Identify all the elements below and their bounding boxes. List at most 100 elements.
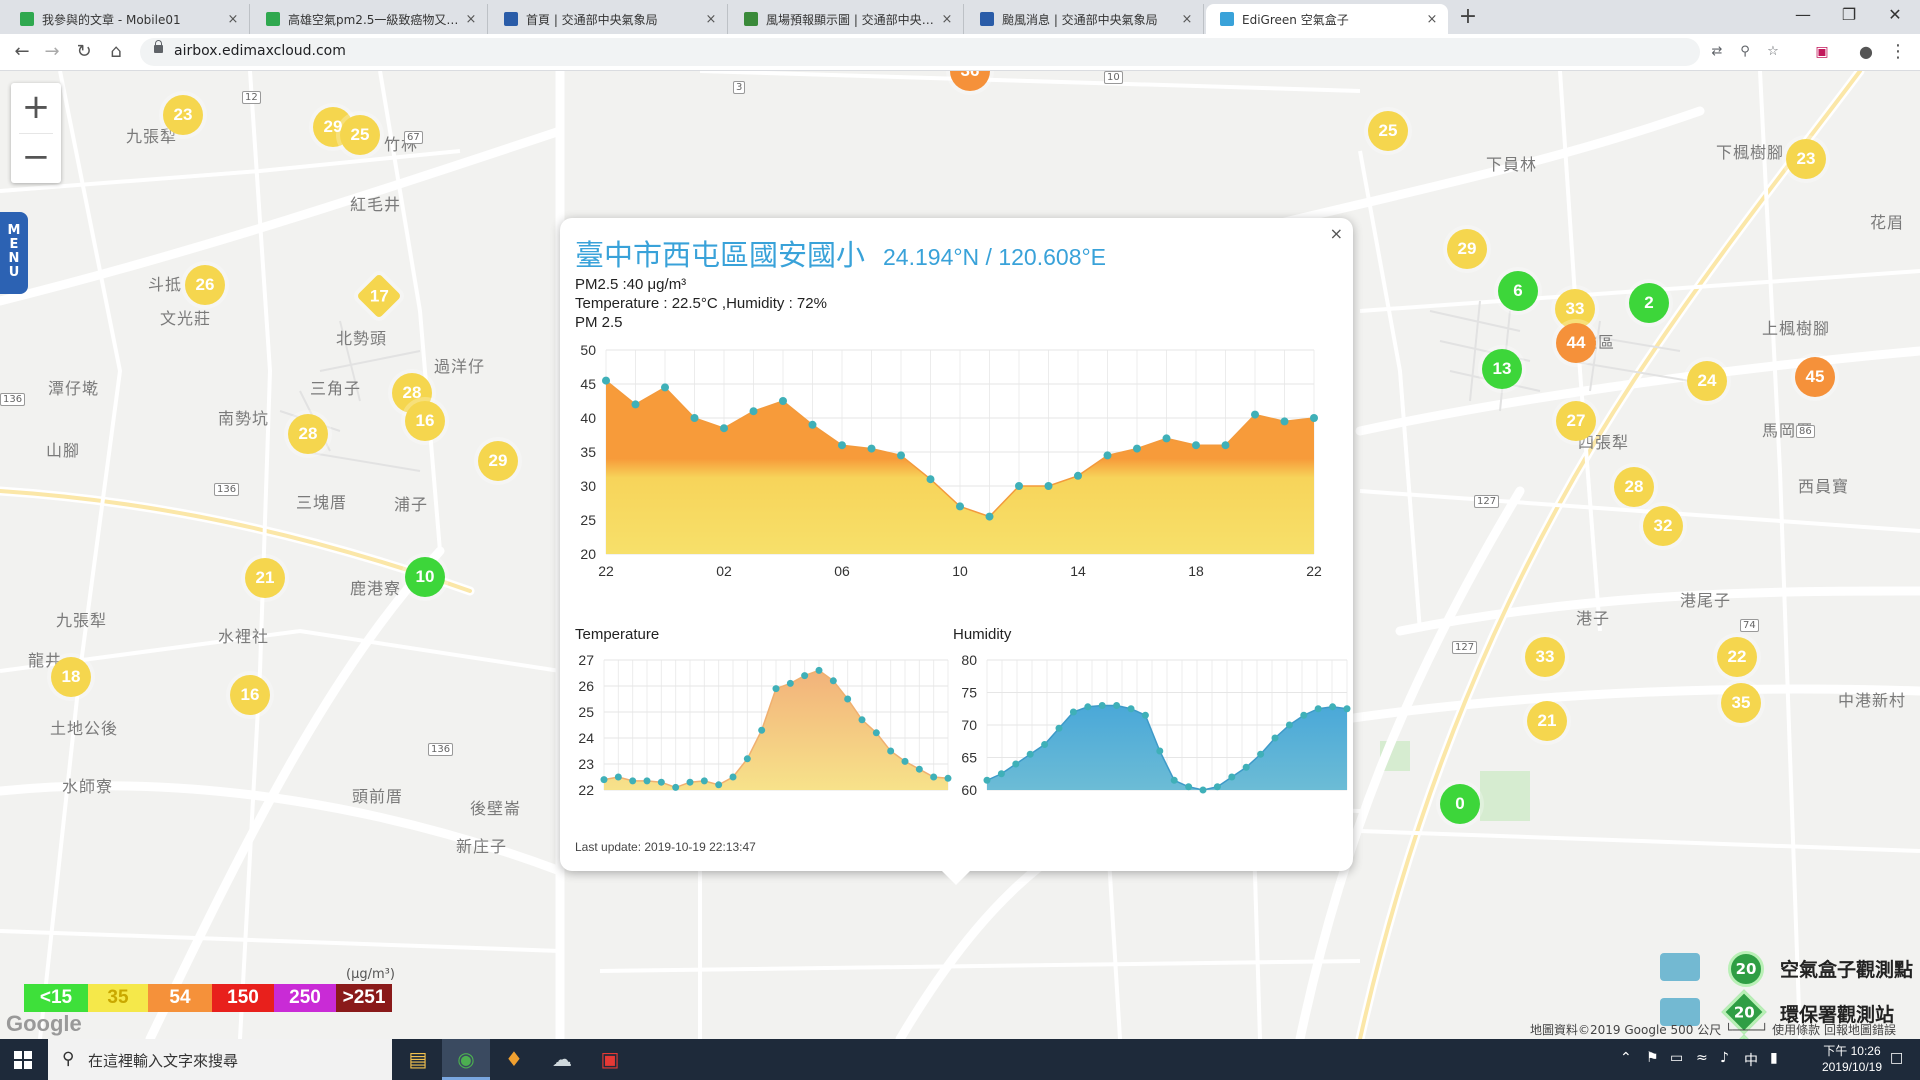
- pm25-station-marker[interactable]: 23: [163, 95, 203, 135]
- data-point[interactable]: [815, 666, 823, 674]
- notification-app-icon[interactable]: ▮: [1770, 1050, 1778, 1066]
- data-point[interactable]: [872, 729, 880, 737]
- battery-icon[interactable]: ▭: [1670, 1050, 1683, 1066]
- tab-close-icon[interactable]: ×: [1179, 12, 1195, 27]
- pm25-station-marker[interactable]: 35: [1721, 683, 1761, 723]
- tray-security-icon[interactable]: ⚑: [1646, 1050, 1659, 1066]
- data-point[interactable]: [743, 755, 751, 763]
- back-button[interactable]: ←: [8, 38, 36, 66]
- pm25-station-marker[interactable]: 33: [1525, 637, 1565, 677]
- start-button[interactable]: [14, 1051, 32, 1069]
- app-icon-4[interactable]: ☁: [538, 1039, 586, 1080]
- pm25-station-marker[interactable]: 21: [245, 558, 285, 598]
- data-point[interactable]: [901, 757, 909, 765]
- new-tab-button[interactable]: +: [1454, 4, 1482, 32]
- data-point[interactable]: [786, 679, 794, 687]
- pm25-station-marker[interactable]: 29: [478, 441, 518, 481]
- data-point[interactable]: [1041, 741, 1049, 748]
- pm25-station-marker[interactable]: 32: [1643, 506, 1683, 546]
- browser-tab[interactable]: 我參與的文章 - Mobile01 ×: [6, 4, 250, 34]
- close-window-button[interactable]: ✕: [1872, 0, 1918, 32]
- pm25-station-marker[interactable]: 6: [1498, 271, 1538, 311]
- data-point[interactable]: [700, 777, 708, 785]
- tab-close-icon[interactable]: ×: [1424, 12, 1440, 27]
- browser-tab[interactable]: EdiGreen 空氣盒子 ×: [1206, 4, 1448, 34]
- data-point[interactable]: [801, 672, 809, 680]
- minimize-button[interactable]: —: [1780, 0, 1826, 32]
- restore-button[interactable]: ❐: [1826, 0, 1872, 32]
- address-bar[interactable]: airbox.edimaxcloud.com ⇄ ⚲ ☆: [140, 38, 1779, 66]
- data-point[interactable]: [686, 778, 694, 786]
- data-point[interactable]: [844, 695, 852, 703]
- data-point[interactable]: [1084, 703, 1092, 711]
- data-point[interactable]: [1221, 441, 1230, 450]
- data-point[interactable]: [1044, 482, 1053, 490]
- extension-icon[interactable]: ▣: [1808, 38, 1836, 66]
- source-legend-row[interactable]: 20 空氣盒子觀測點: [1658, 949, 1920, 989]
- data-point[interactable]: [690, 414, 699, 422]
- pm25-station-marker[interactable]: 16: [405, 401, 445, 441]
- data-point[interactable]: [1141, 711, 1149, 719]
- file-explorer-icon[interactable]: ▤: [394, 1039, 442, 1080]
- volume-icon[interactable]: ♪: [1720, 1050, 1729, 1066]
- zoom-in-button[interactable]: +: [11, 83, 61, 133]
- data-point[interactable]: [1012, 760, 1020, 768]
- data-point[interactable]: [829, 677, 837, 685]
- data-point[interactable]: [1185, 783, 1193, 791]
- zoom-out-button[interactable]: −: [11, 133, 61, 183]
- data-point[interactable]: [1074, 471, 1082, 480]
- data-point[interactable]: [897, 451, 905, 460]
- pm25-station-marker[interactable]: 23: [1786, 139, 1826, 179]
- data-point[interactable]: [779, 397, 787, 405]
- data-point[interactable]: [1213, 783, 1221, 791]
- pm25-station-marker[interactable]: 22: [1717, 637, 1757, 677]
- pm25-station-marker[interactable]: 0: [1440, 784, 1480, 824]
- data-point[interactable]: [1026, 750, 1034, 758]
- data-point[interactable]: [1162, 434, 1171, 443]
- data-point[interactable]: [1133, 444, 1141, 453]
- home-button[interactable]: ⌂: [102, 38, 130, 66]
- pm25-station-marker[interactable]: 44: [1556, 323, 1596, 363]
- data-point[interactable]: [1280, 417, 1289, 426]
- data-point[interactable]: [887, 747, 895, 755]
- data-point[interactable]: [720, 424, 728, 433]
- forward-button[interactable]: →: [38, 38, 66, 66]
- pm25-station-marker[interactable]: 26: [185, 265, 225, 305]
- taskbar-search-box[interactable]: ⚲ 在這裡輸入文字來搜尋: [48, 1039, 392, 1080]
- tab-close-icon[interactable]: ×: [703, 12, 719, 27]
- pm25-station-marker[interactable]: 28: [1614, 467, 1654, 507]
- data-point[interactable]: [1285, 721, 1293, 729]
- browser-tab[interactable]: 風場預報顯示圖 | 交通部中央氣象局 ×: [730, 4, 964, 34]
- data-point[interactable]: [772, 685, 780, 693]
- data-point[interactable]: [808, 420, 817, 429]
- data-point[interactable]: [1343, 705, 1351, 713]
- data-point[interactable]: [1271, 734, 1279, 742]
- pm25-station-marker[interactable]: 25: [1368, 111, 1408, 151]
- data-point[interactable]: [985, 512, 994, 521]
- data-point[interactable]: [997, 770, 1005, 778]
- data-point[interactable]: [838, 441, 846, 450]
- data-point[interactable]: [672, 783, 680, 791]
- data-point[interactable]: [729, 773, 737, 781]
- browser-tab[interactable]: 高雄空氣pm2.5一級致癌物又飄到台中×: [252, 4, 488, 34]
- data-point[interactable]: [1170, 776, 1178, 784]
- pm25-station-marker[interactable]: 18: [51, 657, 91, 697]
- data-point[interactable]: [1257, 750, 1265, 758]
- pm25-station-marker[interactable]: 13: [1482, 349, 1522, 389]
- data-point[interactable]: [915, 765, 923, 773]
- data-point[interactable]: [858, 716, 866, 724]
- data-point[interactable]: [1098, 702, 1106, 709]
- data-point[interactable]: [715, 781, 723, 789]
- popup-close-button[interactable]: ×: [1330, 224, 1343, 243]
- data-point[interactable]: [1055, 724, 1063, 732]
- data-point[interactable]: [1310, 414, 1318, 422]
- app-icon-5[interactable]: ▣: [586, 1039, 634, 1080]
- data-point[interactable]: [657, 778, 665, 786]
- data-point[interactable]: [1113, 702, 1121, 709]
- menu-kebab-icon[interactable]: ⋮: [1884, 38, 1912, 66]
- data-point[interactable]: [1192, 441, 1200, 450]
- pm25-station-marker[interactable]: 29: [1447, 229, 1487, 269]
- browser-tab[interactable]: 首頁 | 交通部中央氣象局 ×: [490, 4, 728, 34]
- data-point[interactable]: [1015, 482, 1023, 490]
- pm25-station-marker[interactable]: 21: [1527, 701, 1567, 741]
